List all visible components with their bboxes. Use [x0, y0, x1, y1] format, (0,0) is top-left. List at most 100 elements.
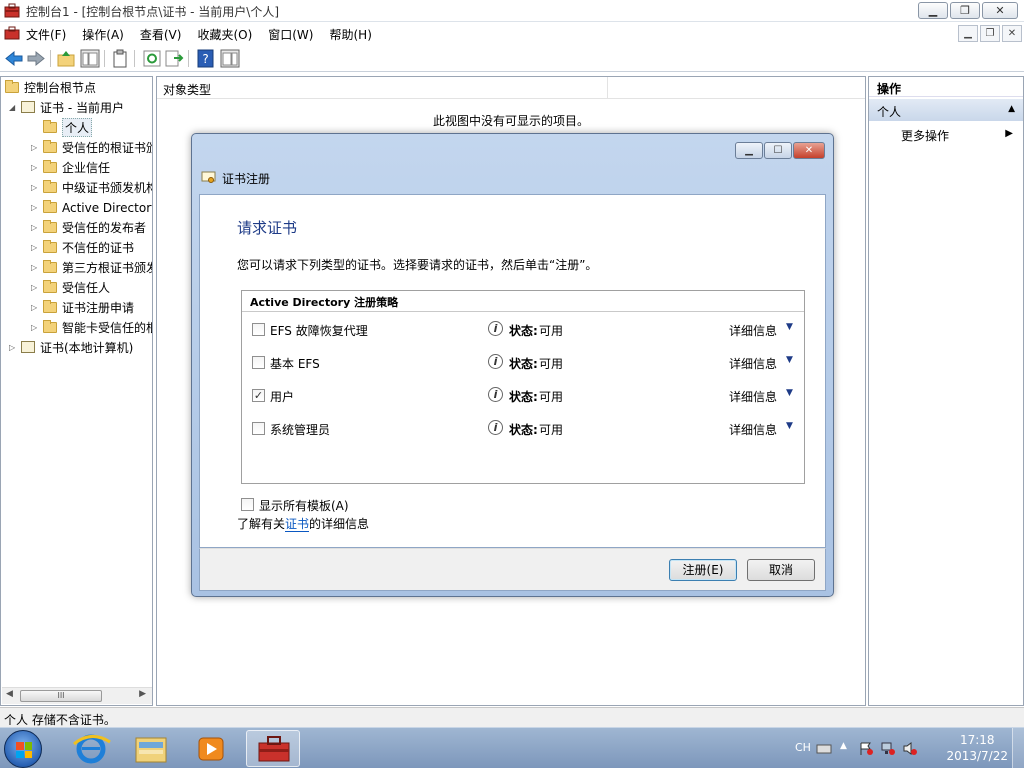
action-section-personal[interactable]: 个人 ▲: [869, 99, 1023, 121]
tree-node-active-directory[interactable]: ▷ Active Directory 用户对象: [31, 197, 152, 217]
clipboard-icon[interactable]: [110, 49, 130, 68]
details-toggle[interactable]: 详细信息: [729, 388, 777, 405]
dialog-window-controls: ▁ ☐ ✕: [735, 142, 825, 159]
show-all-checkbox[interactable]: [241, 498, 254, 511]
details-toggle[interactable]: 详细信息: [729, 355, 777, 372]
scroll-thumb[interactable]: III: [20, 690, 102, 702]
keyboard-icon[interactable]: [816, 741, 832, 756]
collapsed-arrow-icon[interactable]: ▷: [31, 223, 41, 232]
show-desktop-button[interactable]: [1012, 728, 1024, 768]
collapsed-arrow-icon[interactable]: ▷: [31, 243, 41, 252]
tree-node-current-user[interactable]: ◢ 证书 - 当前用户: [9, 97, 124, 117]
collapsed-arrow-icon[interactable]: ▷: [31, 163, 41, 172]
tree-node-smart-card-root[interactable]: ▷ 智能卡受信任的根: [31, 317, 152, 337]
certificate-help-link[interactable]: 证书: [285, 517, 310, 532]
details-toggle[interactable]: 详细信息: [729, 322, 777, 339]
back-icon[interactable]: [4, 49, 24, 68]
language-indicator[interactable]: CH: [795, 741, 811, 754]
template-checkbox[interactable]: [252, 356, 265, 369]
collapsed-arrow-icon[interactable]: ▷: [31, 283, 41, 292]
menu-action[interactable]: 操作(A): [82, 26, 124, 43]
collapsed-arrow-icon[interactable]: ▷: [31, 143, 41, 152]
minimize-button[interactable]: ▁: [918, 2, 948, 19]
start-button[interactable]: [4, 730, 42, 768]
close-button[interactable]: ✕: [982, 2, 1018, 19]
action-center-flag-icon[interactable]: [858, 741, 874, 756]
chevron-down-icon[interactable]: ▼: [786, 322, 793, 332]
show-hidden-icons-icon[interactable]: ▲: [840, 741, 856, 756]
clock[interactable]: 17:18 2013/7/22: [946, 732, 1008, 764]
expanded-arrow-icon[interactable]: ◢: [9, 103, 19, 112]
collapse-up-icon[interactable]: ▲: [1008, 104, 1015, 114]
tree-node-local-computer[interactable]: ▷ 证书(本地计算机): [9, 337, 133, 357]
details-toggle[interactable]: 详细信息: [729, 421, 777, 438]
mdi-restore-button[interactable]: ❐: [980, 25, 1000, 42]
taskbar-mmc[interactable]: [246, 730, 300, 767]
export-list-icon[interactable]: [164, 49, 184, 68]
volume-muted-icon[interactable]: [902, 741, 918, 756]
collapsed-arrow-icon[interactable]: ▷: [31, 263, 41, 272]
info-icon: i: [488, 354, 503, 369]
menu-window[interactable]: 窗口(W): [268, 26, 313, 43]
folder-library-icon: [135, 737, 167, 763]
menu-help[interactable]: 帮助(H): [329, 26, 371, 43]
dialog-maximize-button[interactable]: ☐: [764, 142, 792, 159]
info-icon: i: [488, 387, 503, 402]
template-checkbox[interactable]: [252, 422, 265, 435]
cancel-button[interactable]: 取消: [747, 559, 815, 581]
taskbar-ie[interactable]: [64, 730, 118, 767]
tree-node-untrusted[interactable]: ▷ 不信任的证书: [31, 237, 134, 257]
toolbox-icon: [4, 26, 20, 40]
collapsed-arrow-icon[interactable]: ▷: [31, 183, 41, 192]
template-checkbox[interactable]: [252, 323, 265, 336]
refresh-icon[interactable]: [142, 49, 162, 68]
taskbar: CH ▲ 17:18 2013/7/22: [0, 727, 1024, 768]
dialog-close-button[interactable]: ✕: [793, 142, 825, 159]
show-hide-action-pane-icon[interactable]: [220, 49, 240, 68]
dialog-minimize-button[interactable]: ▁: [735, 142, 763, 159]
collapsed-arrow-icon[interactable]: ▷: [31, 303, 41, 312]
collapsed-arrow-icon[interactable]: ▷: [31, 203, 41, 212]
collapsed-arrow-icon[interactable]: ▷: [9, 343, 19, 352]
enroll-button[interactable]: 注册(E): [669, 559, 737, 581]
certificate-store-icon: [21, 341, 35, 353]
tree-node-trusted-root[interactable]: ▷ 受信任的根证书颁发机构: [31, 137, 152, 157]
show-hide-tree-icon[interactable]: [80, 49, 100, 68]
taskbar-media-player[interactable]: [184, 730, 238, 767]
tree-node-third-party-root[interactable]: ▷ 第三方根证书颁发机构: [31, 257, 152, 277]
forward-icon[interactable]: [26, 49, 46, 68]
folder-icon: [43, 279, 57, 293]
mdi-minimize-button[interactable]: ▁: [958, 25, 978, 42]
tree-node-trusted-people[interactable]: ▷ 受信任人: [31, 277, 110, 297]
more-actions-item[interactable]: 更多操作: [901, 127, 949, 144]
tree-node-intermediate-ca[interactable]: ▷ 中级证书颁发机构: [31, 177, 152, 197]
taskbar-explorer[interactable]: [124, 730, 178, 767]
tree-node-personal[interactable]: 个人: [43, 117, 93, 137]
scroll-left-icon[interactable]: ◀: [6, 689, 13, 699]
chevron-down-icon[interactable]: ▼: [786, 388, 793, 398]
submenu-arrow-icon[interactable]: ▶: [1005, 128, 1013, 139]
network-icon[interactable]: [880, 741, 896, 756]
chevron-down-icon[interactable]: ▼: [786, 355, 793, 365]
tree-horizontal-scrollbar[interactable]: ◀ III ▶: [2, 687, 152, 704]
tree-node-enterprise-trust[interactable]: ▷ 企业信任: [31, 157, 110, 177]
toolbar: ?: [0, 46, 1024, 72]
folder-icon: [43, 119, 57, 133]
tree-node-root[interactable]: 控制台根节点: [5, 77, 96, 97]
tree-node-trusted-publishers[interactable]: ▷ 受信任的发布者: [31, 217, 146, 237]
column-header[interactable]: 对象类型: [157, 77, 865, 99]
menu-view[interactable]: 查看(V): [140, 26, 182, 43]
tree-node-enrollment-requests[interactable]: ▷ 证书注册申请: [31, 297, 134, 317]
scroll-right-icon[interactable]: ▶: [139, 689, 146, 699]
dialog-description: 您可以请求下列类型的证书。选择要请求的证书，然后单击“注册”。: [237, 258, 598, 272]
up-folder-icon[interactable]: [56, 49, 76, 68]
action-pane: 操作 个人 ▲ 更多操作 ▶: [868, 76, 1024, 706]
menu-file[interactable]: 文件(F): [26, 26, 66, 43]
restore-button[interactable]: ❐: [950, 2, 980, 19]
collapsed-arrow-icon[interactable]: ▷: [31, 323, 41, 332]
template-checkbox-checked[interactable]: ✓: [252, 389, 265, 402]
help-icon[interactable]: ?: [196, 49, 216, 68]
mdi-close-button[interactable]: ✕: [1002, 25, 1022, 42]
chevron-down-icon[interactable]: ▼: [786, 421, 793, 431]
menu-favorites[interactable]: 收藏夹(O): [197, 26, 252, 43]
